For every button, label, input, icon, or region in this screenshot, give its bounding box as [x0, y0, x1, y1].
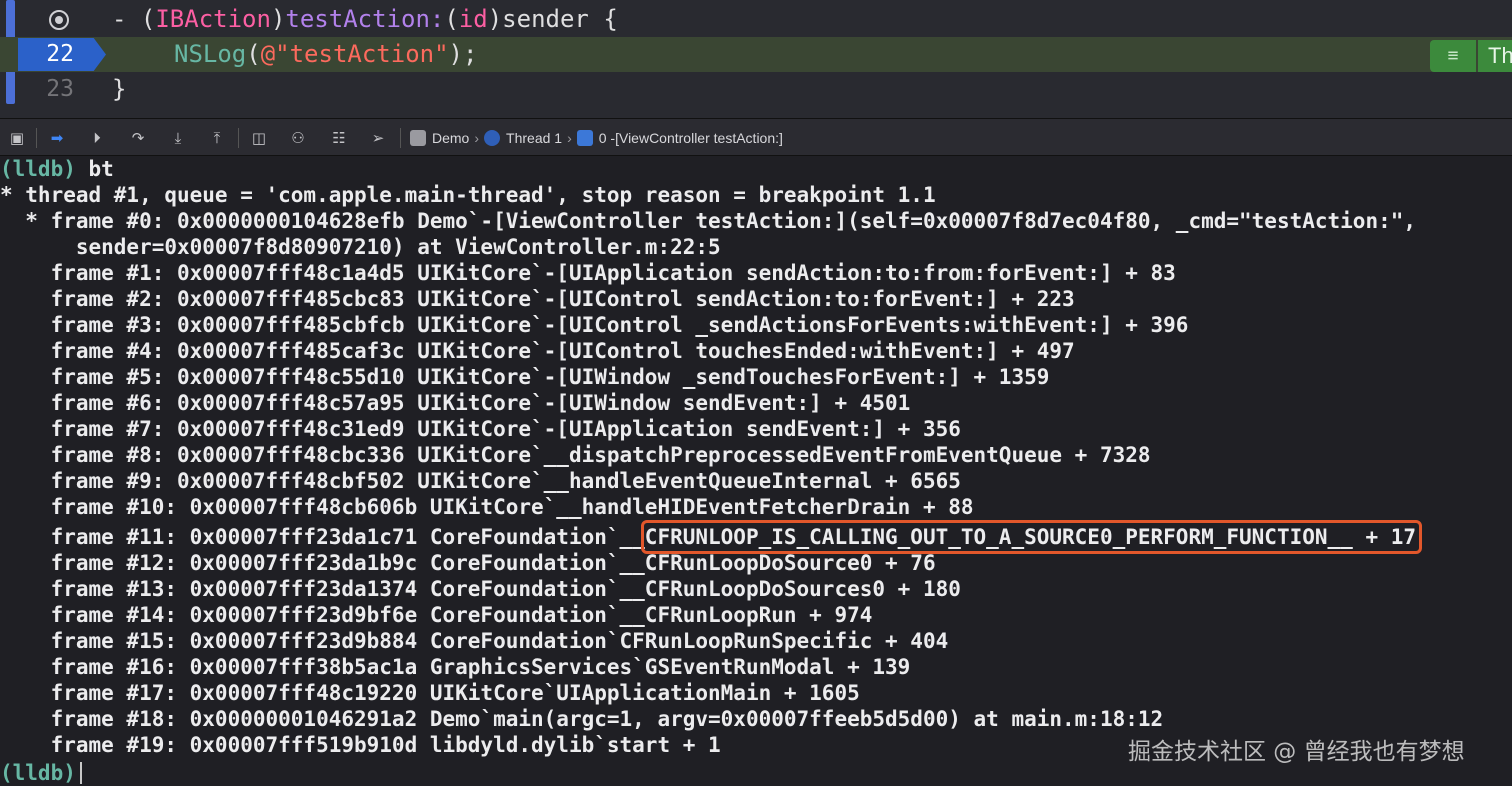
console-line: frame #19: 0x00007fff519b910d libdyld.dy…: [0, 733, 721, 757]
console-line: frame #9: 0x00007fff48cbf502 UIKitCore`_…: [0, 469, 961, 493]
app-icon: [410, 130, 426, 146]
highlight-box: [641, 520, 1422, 554]
console-line: frame #3: 0x00007fff485cbfcb UIKitCore`-…: [0, 313, 1189, 337]
console-line: frame #13: 0x00007fff23da1374 CoreFounda…: [0, 577, 961, 601]
breadcrumb-frame[interactable]: 0 -[ViewController testAction:]: [599, 130, 783, 146]
console-line: frame #4: 0x00007fff485caf3c UIKitCore`-…: [0, 339, 1075, 363]
watermark: 掘金技术社区 @ 曾经我也有梦想: [1128, 739, 1465, 765]
divider: [400, 128, 401, 148]
breakpoint-toggle-icon[interactable]: ➡: [46, 128, 68, 148]
code-text: - (IBAction)testAction:(id)sender {: [112, 5, 618, 33]
console-line: frame #16: 0x00007fff38b5ac1a GraphicsSe…: [0, 655, 911, 679]
line-number: 22: [46, 41, 74, 67]
chevron-right-icon: ›: [567, 130, 572, 146]
thread-annotation[interactable]: Th: [1478, 40, 1512, 72]
step-into-icon[interactable]: ⤓: [167, 128, 189, 148]
code-line[interactable]: - (IBAction)testAction:(id)sender {: [0, 2, 1512, 37]
console-line: frame #1: 0x00007fff48c1a4d5 UIKitCore`-…: [0, 261, 1176, 285]
console-line: frame #2: 0x00007fff485cbc83 UIKitCore`-…: [0, 287, 1075, 311]
console-line: frame #6: 0x00007fff48c57a95 UIKitCore`-…: [0, 391, 911, 415]
breakpoint-ring-icon[interactable]: [49, 10, 69, 30]
simulate-location-icon[interactable]: ➢: [367, 128, 389, 148]
divider: [36, 128, 37, 148]
code-text: }: [112, 75, 127, 103]
user-frame-icon: [576, 130, 593, 146]
console-line: frame #8: 0x00007fff48cbc336 UIKitCore`_…: [0, 443, 1151, 467]
code-line[interactable]: 23 }: [0, 72, 1512, 107]
console-line: frame #14: 0x00007fff23d9bf6e CoreFounda…: [0, 603, 873, 627]
code-text: NSLog(@"testAction");: [174, 40, 478, 68]
thread-icon: [484, 130, 501, 146]
console-line: frame #7: 0x00007fff48c31ed9 UIKitCore`-…: [0, 417, 961, 441]
continue-icon[interactable]: ⏵: [86, 128, 108, 148]
console-prompt-line[interactable]: (lldb): [0, 760, 82, 786]
source-editor[interactable]: - (IBAction)testAction:(id)sender { 22 N…: [0, 0, 1512, 118]
line-number: 23: [46, 76, 74, 102]
current-code-line[interactable]: 22 NSLog(@"testAction");: [0, 37, 1512, 72]
divider: [238, 128, 239, 148]
memory-graph-icon[interactable]: ⚇: [287, 128, 309, 148]
text-cursor: [79, 762, 82, 784]
breadcrumb-thread[interactable]: Thread 1: [506, 130, 562, 146]
console-line: sender=0x00007f8d80907210) at ViewContro…: [0, 235, 721, 259]
breadcrumb-app[interactable]: Demo: [432, 130, 469, 146]
debug-bar: ▣ ➡ ⏵ ↷ ⤓ ⤒ ◫ ⚇ ☷ ➢ Demo › Thread 1 › 0 -[Vi…: [0, 118, 1512, 156]
console-line: * frame #0: 0x0000000104628efb Demo`-[Vi…: [0, 209, 1417, 233]
console-line: frame #15: 0x00007fff23d9b884 CoreFounda…: [0, 629, 949, 653]
console-line: frame #10: 0x00007fff48cb606b UIKitCore`…: [0, 495, 974, 519]
hide-console-icon[interactable]: ▣: [6, 128, 28, 148]
annotation-lines-icon[interactable]: ≡: [1430, 40, 1476, 72]
view-debugger-icon[interactable]: ◫: [248, 128, 270, 148]
console-line: frame #18: 0x00000001046291a2 Demo`main(…: [0, 707, 1164, 731]
lldb-console[interactable]: (lldb) bt * thread #1, queue = 'com.appl…: [0, 156, 1512, 785]
step-out-icon[interactable]: ⤒: [206, 128, 228, 148]
console-line: frame #17: 0x00007fff48c19220 UIKitCore`…: [0, 681, 860, 705]
step-over-icon[interactable]: ↷: [127, 128, 149, 148]
console-line: frame #5: 0x00007fff48c55d10 UIKitCore`-…: [0, 365, 1050, 389]
breadcrumb: Demo › Thread 1 › 0 -[ViewController testAct…: [410, 128, 783, 148]
chevron-right-icon: ›: [474, 130, 480, 146]
console-line: (lldb) bt: [0, 157, 114, 181]
console-line: * thread #1, queue = 'com.apple.main-thr…: [0, 183, 936, 207]
environment-overrides-icon[interactable]: ☷: [328, 128, 350, 148]
